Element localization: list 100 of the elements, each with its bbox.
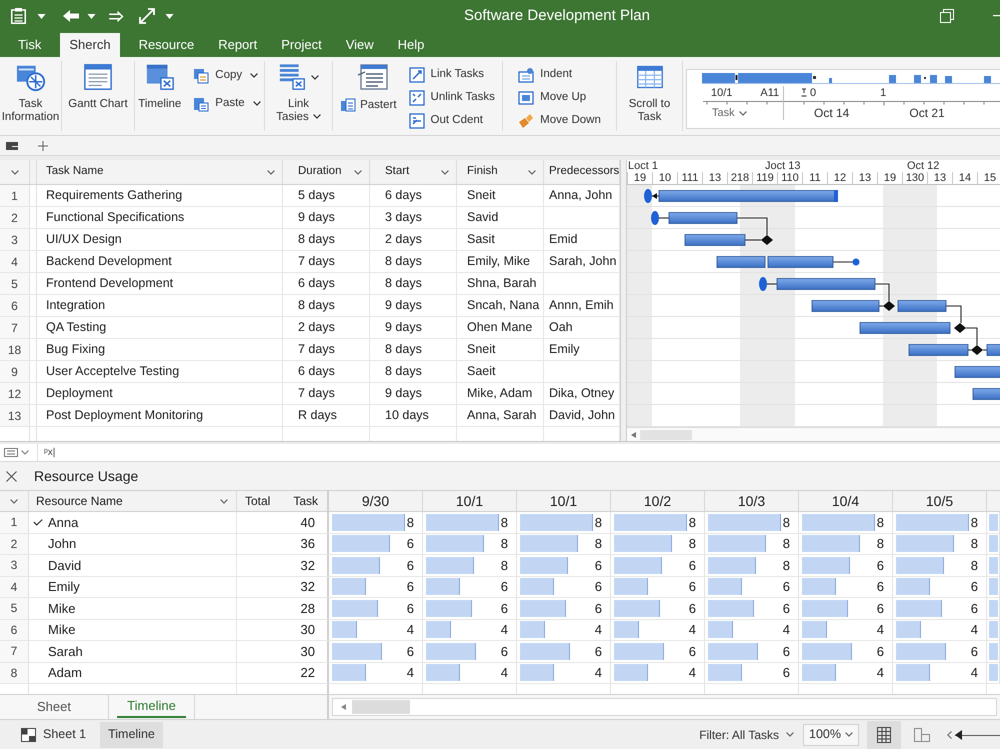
column-header[interactable]: Duration [283,160,370,184]
table-cell: UI/UX Design [37,229,283,250]
workbook-tab[interactable]: Timeline [100,722,163,748]
resource-name: John [48,535,76,553]
scroll-left-icon[interactable] [631,432,636,438]
close-icon[interactable] [6,470,17,482]
row-number: 4 [0,251,30,272]
ribbon-button[interactable]: Scroll to Task [622,61,678,131]
table-cell: 6 days [283,361,370,382]
column-header[interactable]: Task [293,492,318,510]
work-hours: 6 [406,535,414,553]
scroll-left-icon[interactable] [341,704,346,710]
minimize-icon[interactable] [993,15,1000,17]
ribbon-button[interactable]: Gantt Chart [68,61,128,131]
table-cell: 2 days [370,229,457,250]
ribbon-button[interactable]: Unlink Tasks [408,88,495,108]
caret-icon[interactable] [87,14,96,18]
zoom-out-icon[interactable] [947,730,952,738]
timescale-day: 130 [902,172,927,184]
entry-field[interactable]: ᵖx| [37,444,1000,461]
ribbon-button[interactable]: Link Tasks [408,65,495,85]
work-hours: 6 [688,556,696,574]
table-cell: 8 days [370,361,457,382]
undo-icon[interactable] [63,10,79,22]
work-hours: 6 [876,578,884,596]
sheet-view-icon[interactable] [6,142,18,150]
column-header[interactable]: Finish [457,160,544,184]
table-cell: Ohen Mane [457,317,544,338]
table-cell: 9 days [283,207,370,228]
caret-icon [845,732,853,737]
ribbon-button[interactable]: Copy [193,65,261,86]
copy-icon [193,68,210,84]
ribbon-button[interactable]: Task Information [0,61,61,131]
timescale-day: 110 [777,172,802,184]
row-number: 12 [0,383,30,404]
plus-icon[interactable] [38,140,48,150]
ribbon-button[interactable]: Link Tasies [274,61,322,131]
table-cell: 7 days [283,339,370,360]
resource-name: David [48,556,82,574]
resource-name: Adam [48,664,82,682]
view-button[interactable] [867,720,901,748]
work-hours: 6 [876,556,884,574]
work-hours: 8 [688,514,696,532]
ribbon-tab[interactable]: Sherch [60,33,120,57]
work-hours: 6 [782,664,790,682]
ribbon-tab[interactable]: View [340,33,379,57]
caret-icon[interactable] [738,110,747,116]
work-hours: 4 [594,664,602,682]
layout-view-icon[interactable] [914,728,930,742]
column-header[interactable]: Start [370,160,457,184]
ribbon-button[interactable]: Out Cdent [408,111,495,131]
workbook-tab[interactable]: Sheet 1 [13,722,94,748]
ribbon-button[interactable]: Move Down [518,111,601,131]
resource-name: Mike [48,600,76,618]
work-hours: 6 [406,600,414,618]
work-hours: 8 [406,514,414,532]
column-header[interactable]: Total [245,492,270,510]
table-cell: Anna, Sarah [457,405,544,426]
outdent-icon [408,113,425,129]
column-header[interactable]: Task Name [37,160,283,184]
redo-icon[interactable] [109,10,124,22]
work-hours: 6 [406,556,414,574]
total-hours: 30 [300,621,315,639]
caret-icon [786,732,794,737]
ribbon-tab[interactable]: Tisk [13,33,46,57]
ribbon-button[interactable]: Indent [518,65,601,85]
work-hours: 4 [688,664,696,682]
task-filter-label[interactable]: Task [712,104,735,122]
timescale-day: 19 [877,172,902,184]
work-hours: 6 [406,642,414,660]
scrollbar-thumb[interactable] [640,430,692,440]
ribbon-button[interactable]: Pastert [340,61,397,131]
save-icon[interactable] [11,8,26,24]
ribbon-button[interactable]: Timeline [138,61,182,131]
ribbon-tab[interactable]: Help [392,33,430,57]
row-number: 1 [0,512,29,532]
pane-tab[interactable]: Sheet [0,695,108,719]
column-header[interactable]: Resource Name [29,491,237,511]
timescale-day: 111 [677,172,702,184]
horizontal-scrollbar[interactable] [332,698,997,716]
expand-arrows-icon[interactable] [139,8,155,24]
zoom-slider[interactable] [955,728,1000,740]
indent-icon [518,67,534,83]
filter-dropdown[interactable]: Filter: All Tasks [699,726,794,744]
table-cell: Sncah, Nana [457,295,544,316]
slider-thumb[interactable] [955,730,962,740]
ribbon-button[interactable]: Move Up [518,88,601,108]
ribbon-tab[interactable]: Project [276,33,327,57]
caret-icon[interactable] [37,14,46,18]
scrollbar-thumb[interactable] [352,700,410,714]
list-view-icon[interactable] [4,448,18,457]
resource-name: Anna [48,514,78,532]
restore-icon[interactable] [940,9,954,23]
zoom-dropdown[interactable]: 100% [803,724,859,746]
caret-icon[interactable] [165,14,174,18]
ribbon-button[interactable]: Paste [193,93,261,114]
date-header: 10/3 [705,491,799,511]
table-cell: Requirements Gathering [37,185,283,206]
ribbon-tab[interactable]: Report [213,33,262,57]
ribbon-tab[interactable]: Resource [134,33,200,57]
